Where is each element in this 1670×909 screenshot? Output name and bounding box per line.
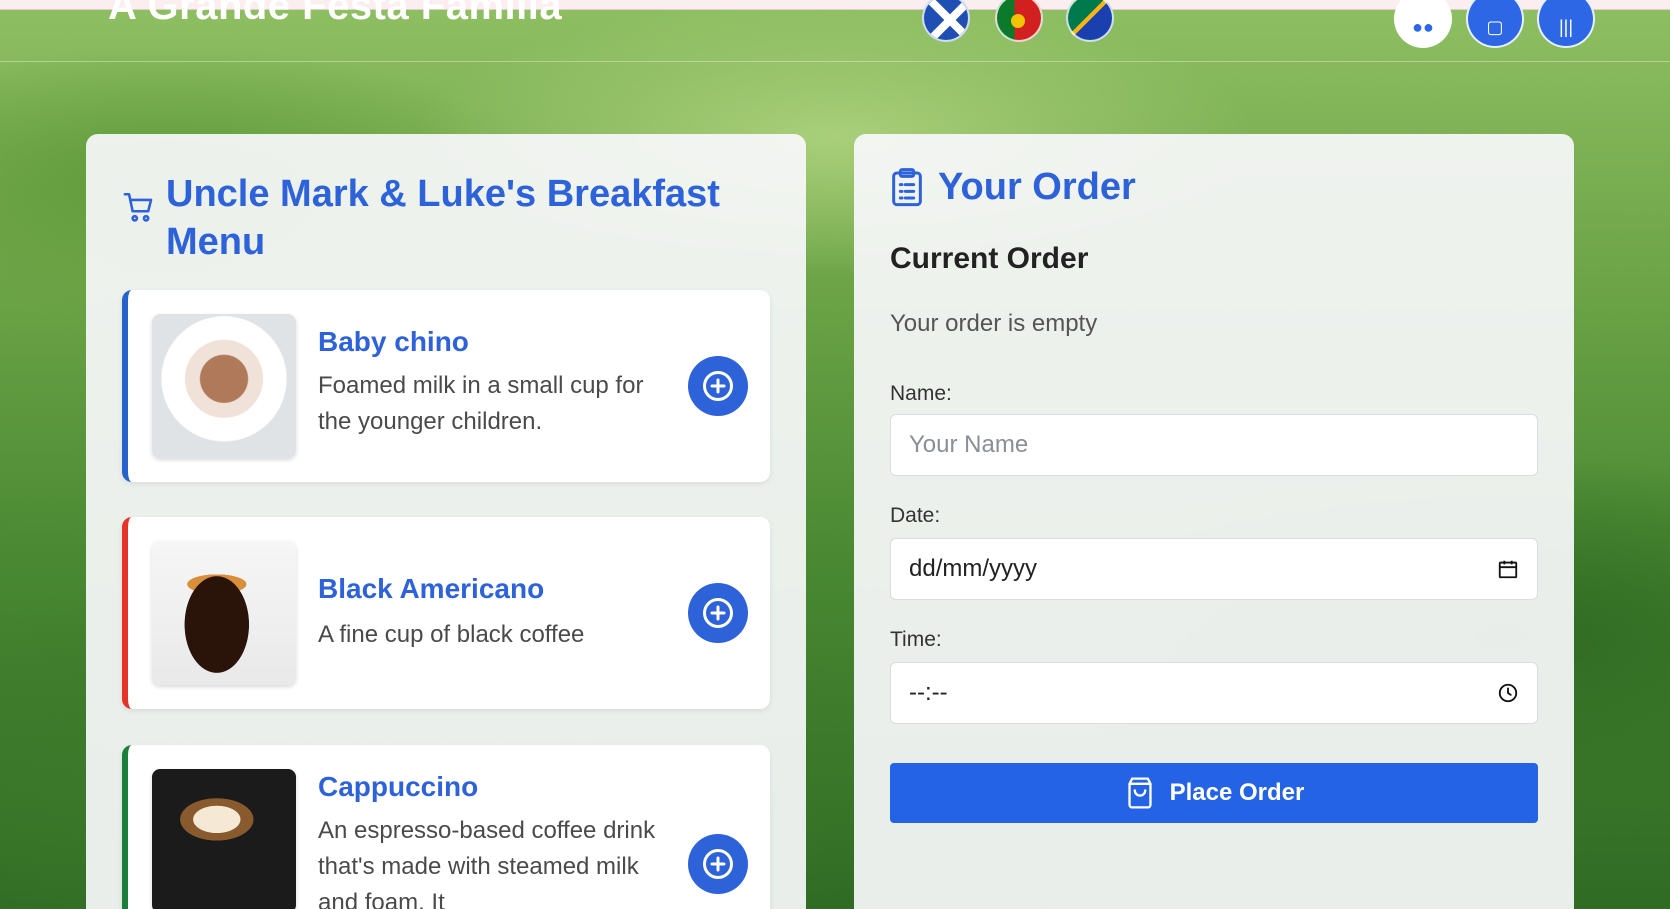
scotland-flag-icon[interactable] xyxy=(922,0,970,42)
menu-item-description: Foamed milk in a small cup for the young… xyxy=(318,372,644,435)
menu-item-card: Black Americano A fine cup of black coff… xyxy=(122,517,770,709)
add-item-button[interactable] xyxy=(688,583,748,643)
current-order-heading: Current Order xyxy=(890,242,1089,275)
menu-item-name: Cappuccino xyxy=(318,771,479,802)
date-value: dd/mm/yyyy xyxy=(909,555,1038,582)
time-input[interactable]: --:-- xyxy=(890,662,1538,724)
menu-item-description: A fine cup of black coffee xyxy=(318,621,585,648)
menu-icon: ||| xyxy=(1558,17,1574,37)
site-title: A Grande Festa Familia xyxy=(108,0,563,28)
name-label: Name: xyxy=(890,382,952,405)
menu-title: Uncle Mark & Luke's Breakfast Menu xyxy=(166,173,720,263)
cart-icon: ●● xyxy=(1412,17,1434,37)
add-item-button[interactable] xyxy=(688,834,748,894)
calendar-icon[interactable] xyxy=(1497,558,1519,580)
menu-item-description: An espresso-based coffee drink that's ma… xyxy=(318,817,656,909)
menu-item-card: Cappuccino An espresso-based coffee drin… xyxy=(122,745,770,909)
menu-button[interactable]: ||| xyxy=(1537,0,1595,48)
time-value: --:-- xyxy=(909,679,948,706)
time-label: Time: xyxy=(890,628,942,651)
cart-button[interactable]: ●● xyxy=(1394,0,1452,48)
plus-circle-icon xyxy=(703,598,733,628)
place-order-button[interactable]: Place Order xyxy=(890,763,1538,823)
menu-item-name: Baby chino xyxy=(318,326,469,357)
site-header: A Grande Festa Familia ●● ▢ ||| xyxy=(0,0,1670,62)
cappuccino-image xyxy=(152,769,296,909)
order-panel: Your Order Current Order Your order is e… xyxy=(854,134,1574,909)
menu-item-card: Baby chino Foamed milk in a small cup fo… xyxy=(122,290,770,482)
clock-icon[interactable] xyxy=(1497,682,1519,704)
order-empty-text: Your order is empty xyxy=(890,310,1098,337)
place-order-label: Place Order xyxy=(1169,779,1305,806)
name-input[interactable] xyxy=(909,431,1519,459)
add-item-button[interactable] xyxy=(688,356,748,416)
shopping-cart-icon xyxy=(123,192,153,222)
calendar-icon: ▢ xyxy=(1486,17,1504,37)
menu-heading: Uncle Mark & Luke's Breakfast Menu xyxy=(122,170,742,266)
plus-circle-icon xyxy=(703,371,733,401)
south-africa-flag-icon[interactable] xyxy=(1066,0,1114,42)
name-field-wrapper xyxy=(890,414,1538,476)
plus-circle-icon xyxy=(703,849,733,879)
baby-chino-image xyxy=(152,314,296,458)
black-americano-image xyxy=(152,541,296,685)
menu-panel: Uncle Mark & Luke's Breakfast Menu Baby … xyxy=(86,134,806,909)
menu-item-name: Black Americano xyxy=(318,573,545,604)
calendar-button[interactable]: ▢ xyxy=(1466,0,1524,48)
shopping-bag-icon xyxy=(1127,777,1152,809)
clipboard-icon xyxy=(892,167,922,206)
order-heading: Your Order xyxy=(890,166,1136,209)
date-input[interactable]: dd/mm/yyyy xyxy=(890,538,1538,600)
order-title: Your Order xyxy=(938,166,1136,208)
portugal-flag-icon[interactable] xyxy=(995,0,1043,42)
date-label: Date: xyxy=(890,504,941,527)
